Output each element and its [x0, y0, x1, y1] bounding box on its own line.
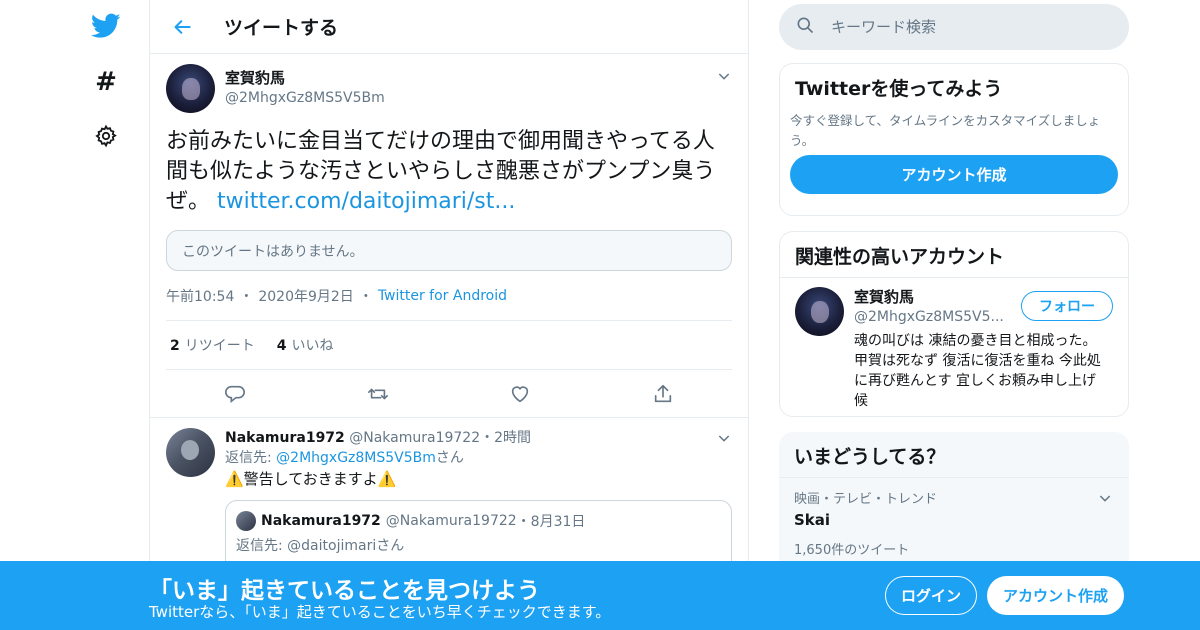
tweet-author: 室賀豹馬 @2MhgxGz8MS5V5Bm: [166, 64, 732, 113]
display-name[interactable]: Nakamura1972: [225, 430, 345, 446]
related-title: 関連性の高いアカウント: [780, 232, 1128, 278]
display-name[interactable]: 室賀豹馬: [225, 68, 385, 88]
tweet-meta: 午前10:54 ・ 2020年9月2日 ・ Twitter for Androi…: [166, 287, 732, 305]
share-icon[interactable]: [651, 382, 675, 406]
meta-separator: ・: [516, 514, 531, 530]
gear-icon[interactable]: [88, 118, 124, 154]
page-title: ツイートする: [224, 17, 339, 39]
quoted-replying-to: 返信先: @daitojimariさん: [236, 538, 405, 554]
tweet-source[interactable]: Twitter for Android: [378, 288, 507, 304]
reply-time[interactable]: 2時間: [494, 430, 531, 446]
like-count: 4: [276, 338, 287, 354]
trends-title: いまどうしてる？: [779, 432, 1129, 478]
search-input[interactable]: [831, 18, 1111, 36]
banner-subtitle: Twitterなら、「いま」起きていることをいち早くチェックできます。: [149, 603, 611, 621]
related-toprow: 室賀豹馬 @2MhgxGz8MS5V5... フォロー: [854, 287, 1113, 327]
unavailable-quote: このツイートはありません。: [166, 230, 732, 271]
trend-item[interactable]: 映画・テレビ・トレンド Skai 1,650件のツイート: [779, 478, 1129, 568]
signup-card: Twitterを使ってみよう 今すぐ登録して、タイムラインをカスタマイズしましょ…: [779, 63, 1129, 216]
trend-category: 映画・テレビ・トレンド: [794, 492, 938, 507]
create-account-button[interactable]: アカウント作成: [790, 155, 1118, 194]
meta-separator: ・: [239, 289, 254, 305]
tweet-actions: [150, 370, 748, 418]
follow-button[interactable]: フォロー: [1021, 291, 1113, 321]
tweet-date[interactable]: 2020年9月2日: [258, 286, 353, 306]
related-account[interactable]: 室賀豹馬 @2MhgxGz8MS5V5... フォロー 魂の叫びは 凍結の憂き目…: [780, 278, 1128, 411]
reply-icon[interactable]: [223, 382, 247, 406]
avatar[interactable]: [166, 428, 215, 477]
retweet-stat[interactable]: 2 リツイート: [170, 335, 255, 355]
replying-prefix: 返信先:: [225, 450, 272, 466]
page: # ツイートする 室賀豹馬 @2MhgxGz8MS5V5Bm お前みたいに金目当…: [0, 0, 1200, 630]
like-label: いいね: [291, 338, 334, 354]
tweet-time[interactable]: 午前10:54: [166, 286, 234, 306]
related-names: 室賀豹馬 @2MhgxGz8MS5V5...: [854, 287, 1004, 327]
trend-name: Skai: [794, 511, 831, 529]
replying-suffix: さん: [435, 450, 464, 466]
chevron-down-icon[interactable]: [716, 68, 732, 84]
related-accounts-card: 関連性の高いアカウント 室賀豹馬 @2MhgxGz8MS5V5... フォロー …: [779, 231, 1129, 417]
login-banner: 「いま」起きていることを見つけよう Twitterなら、「いま」起きていることを…: [0, 561, 1200, 630]
reply-tweet[interactable]: Nakamura1972 @Nakamura19722・2時間 返信先: @2M…: [150, 418, 748, 580]
author-names: 室賀豹馬 @2MhgxGz8MS5V5Bm: [225, 68, 385, 113]
display-name: Nakamura1972: [261, 513, 381, 529]
replying-to: 返信先: @2MhgxGz8MS5V5Bmさん: [225, 448, 732, 468]
search-bar[interactable]: [779, 4, 1129, 50]
back-arrow-icon[interactable]: [168, 12, 198, 42]
login-button[interactable]: ログイン: [885, 576, 977, 615]
screen-name[interactable]: @Nakamura19722: [349, 430, 480, 446]
retweet-count: 2: [170, 338, 180, 354]
search-icon: [795, 15, 815, 39]
display-name[interactable]: 室賀豹馬: [854, 287, 1004, 307]
related-bio: 魂の叫びは 凍結の憂き目と相成った。 甲賀は死なず 復活に復活を重ね 今此処に再…: [854, 333, 1101, 409]
chevron-down-icon[interactable]: [1097, 490, 1113, 506]
tweet-text: お前みたいに金目当てだけの理由で御用聞きやってる人間も似たような汚さといやらしさ…: [166, 127, 736, 217]
tweet-stats: 2 リツイート 4 いいね: [166, 320, 732, 370]
screen-name[interactable]: @2MhgxGz8MS5V5...: [854, 307, 1004, 327]
reply-text: ⚠️警告しておきますよ⚠️: [225, 470, 397, 488]
retweet-label: リツイート: [184, 338, 255, 354]
like-stat[interactable]: 4 いいね: [277, 335, 334, 355]
trend-count: 1,650件のツイート: [794, 543, 910, 558]
heart-icon[interactable]: [508, 382, 532, 406]
signup-description: 今すぐ登録して、タイムラインをカスタマイズしましょう。: [790, 113, 1101, 148]
avatar[interactable]: [795, 287, 844, 336]
main-tweet: 室賀豹馬 @2MhgxGz8MS5V5Bm お前みたいに金目当てだけの理由で御用…: [150, 54, 748, 418]
quoted-time: 8月31日: [530, 514, 586, 530]
replying-mention[interactable]: @2MhgxGz8MS5V5Bm: [276, 450, 436, 466]
page-header: ツイートする: [150, 0, 748, 54]
meta-separator: ・: [358, 289, 373, 305]
meta-separator: ・: [480, 430, 495, 446]
avatar[interactable]: [166, 64, 215, 113]
quoted-header: Nakamura1972 @Nakamura19722 ・ 8月31日: [236, 511, 721, 531]
hashtag-icon[interactable]: #: [88, 64, 124, 100]
tweet-link[interactable]: twitter.com/daitojimari/st...: [217, 189, 515, 214]
retweet-icon[interactable]: [366, 382, 390, 406]
left-nav: #: [80, 0, 140, 630]
screen-name[interactable]: @2MhgxGz8MS5V5Bm: [225, 88, 385, 108]
banner-title: 「いま」起きていることを見つけよう: [149, 578, 540, 604]
signup-title: Twitterを使ってみよう: [795, 78, 1003, 100]
signup-button[interactable]: アカウント作成: [987, 576, 1124, 615]
main-column: ツイートする 室賀豹馬 @2MhgxGz8MS5V5Bm お前みたいに金目当てだ…: [149, 0, 749, 630]
avatar: [236, 511, 256, 531]
reply-body: Nakamura1972 @Nakamura19722・2時間 返信先: @2M…: [225, 428, 732, 580]
related-info: 室賀豹馬 @2MhgxGz8MS5V5... フォロー 魂の叫びは 凍結の憂き目…: [854, 287, 1113, 411]
chevron-down-icon[interactable]: [716, 430, 732, 446]
screen-name: @Nakamura19722: [385, 513, 517, 529]
twitter-bird-icon[interactable]: [88, 8, 124, 44]
reply-header: Nakamura1972 @Nakamura19722・2時間: [225, 428, 732, 448]
